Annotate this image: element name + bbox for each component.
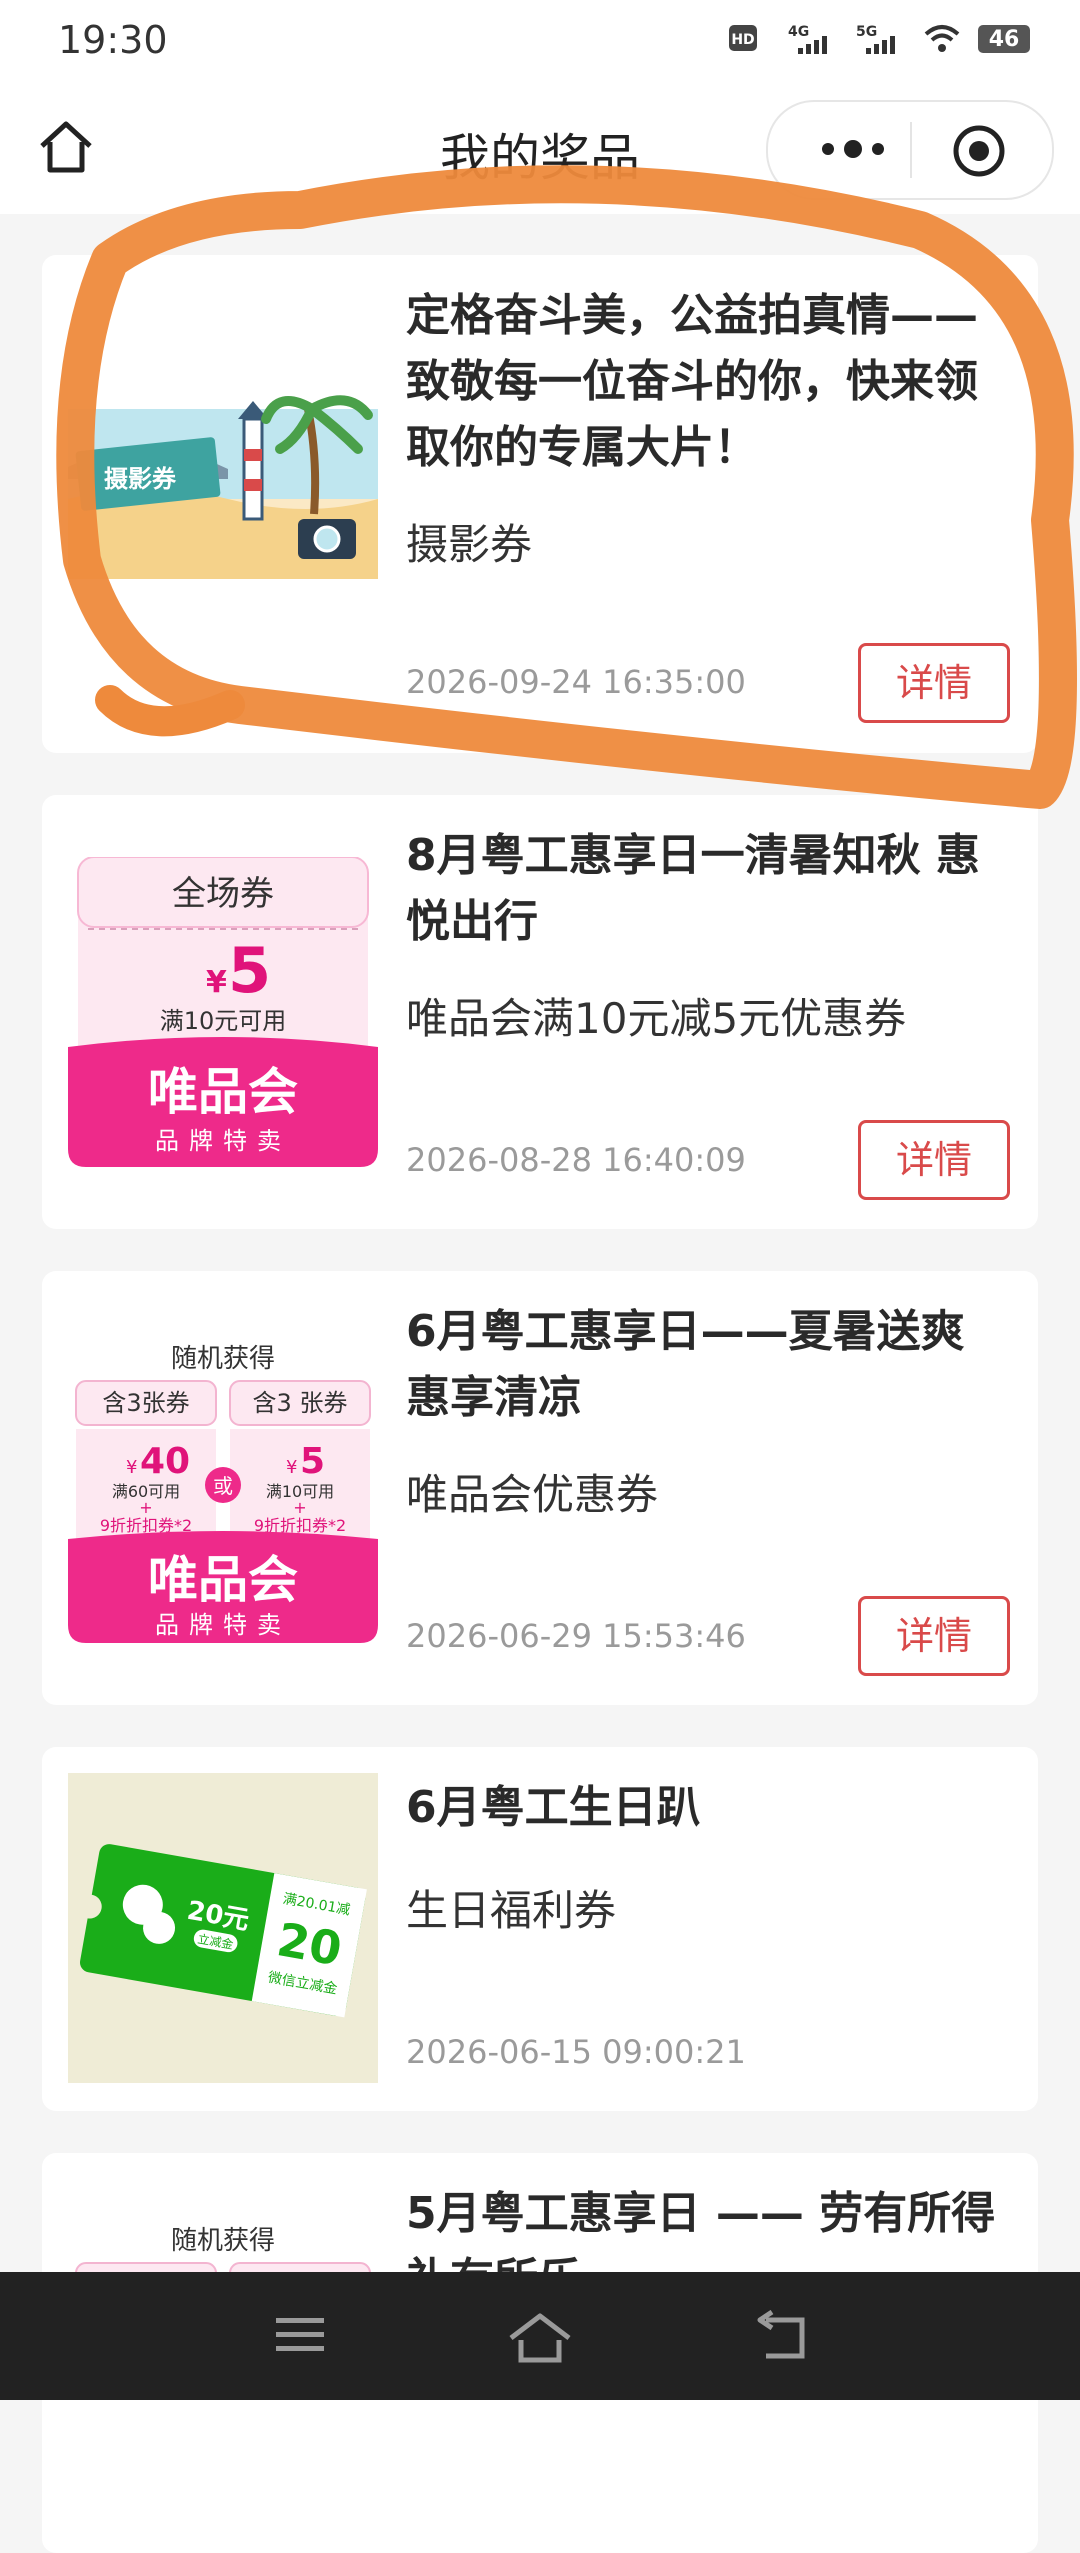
prize-time: 2026-06-29 15:53:46: [406, 1617, 746, 1655]
photo-voucher-label: 摄影券: [104, 465, 177, 493]
svg-text:5G: 5G: [856, 24, 877, 40]
svg-text:5: 5: [228, 934, 271, 1007]
miniprogram-capsule: [766, 100, 1054, 200]
prize-title: 定格奋斗美，公益拍真情——致敬每一位奋斗的你，快来领取你的专属大片！: [406, 290, 978, 473]
svg-text:40: 40: [140, 1441, 190, 1482]
svg-text:4G: 4G: [788, 24, 809, 40]
status-time: 19:30: [58, 18, 168, 62]
wechat-coupon-image: 20元 立减金 满20.01减 20 微信立减金: [68, 1773, 378, 2083]
svg-text:满10元可用: 满10元可用: [160, 1007, 287, 1035]
back-icon[interactable]: [752, 2310, 812, 2364]
svg-text:¥: ¥: [206, 965, 227, 1000]
vip-coupon-illustration: 全场券 ¥ 5 满10元可用 唯品会 品牌特卖: [68, 857, 378, 1167]
prize-title: 6月粤工生日趴: [406, 1782, 701, 1833]
prize-card[interactable]: 摄影券 定格奋斗美，公益拍真情——致敬每一位奋斗的你，快来领取你的专属大片！ 摄…: [42, 255, 1038, 753]
prize-time: 2026-08-28 16:40:09: [406, 1141, 746, 1179]
svg-text:品牌特卖: 品牌特卖: [155, 1127, 291, 1155]
wechat-coupon-illustration: 20元 立减金 满20.01减 20 微信立减金: [68, 1773, 378, 2083]
prize-subtitle: 唯品会满10元减5元优惠券: [406, 994, 907, 1043]
svg-text:5: 5: [300, 1441, 325, 1482]
hd-icon: HD: [729, 25, 757, 51]
prize-card[interactable]: 随机获得 含3张券 含3 张券 ¥ 40 满60可用 + 9折折扣券*2 ¥ 5…: [42, 1271, 1038, 1705]
close-miniprogram-icon[interactable]: [952, 124, 1006, 178]
battery-indicator: 46: [978, 25, 1030, 53]
signal-4g-icon: 4G: [788, 24, 827, 54]
home-nav-icon[interactable]: [505, 2310, 575, 2364]
prize-title: 8月粤工惠享日一清暑知秋 惠悦出行: [406, 830, 980, 947]
prize-card[interactable]: 20元 立减金 满20.01减 20 微信立减金 6月粤工生日趴 生日福利券 2…: [42, 1747, 1038, 2111]
prize-time: 2026-06-15 09:00:21: [406, 2033, 746, 2071]
svg-text:¥: ¥: [286, 1457, 297, 1478]
svg-text:唯品会: 唯品会: [148, 1551, 298, 1609]
svg-text:随机获得: 随机获得: [171, 2226, 275, 2256]
svg-text:+: +: [293, 1498, 306, 1517]
nav-bar: 我的奖品: [0, 84, 1080, 214]
system-nav-bar: [0, 2272, 1080, 2400]
menu-icon[interactable]: [270, 2310, 330, 2360]
vip-random-coupon-image: 随机获得 含3张券 含3 张券 ¥ 40 满60可用 + 9折折扣券*2 ¥ 5…: [68, 1333, 378, 1643]
vip-random-coupon-illustration: 随机获得 含3张券 含3 张券 ¥ 40 满60可用 + 9折折扣券*2 ¥ 5…: [68, 1333, 378, 1643]
svg-text:20: 20: [273, 1912, 345, 1976]
svg-text:含3张券: 含3张券: [102, 1389, 189, 1417]
photo-voucher-image: 摄影券: [68, 349, 378, 659]
svg-text:或: 或: [213, 1474, 233, 1498]
svg-text:唯品会: 唯品会: [148, 1063, 298, 1121]
prize-card[interactable]: 全场券 ¥ 5 满10元可用 唯品会 品牌特卖 8月粤工惠享日一清暑知秋 惠悦出…: [42, 795, 1038, 1229]
wifi-icon: [924, 25, 960, 52]
svg-text:全场券: 全场券: [172, 874, 274, 914]
beach-lighthouse-illustration: 摄影券: [68, 349, 378, 659]
prize-time: 2026-09-24 16:35:00: [406, 663, 746, 701]
vip-coupon-image: 全场券 ¥ 5 满10元可用 唯品会 品牌特卖: [68, 857, 378, 1167]
svg-text:含3 张券: 含3 张券: [253, 1389, 348, 1417]
svg-text:¥: ¥: [126, 1457, 137, 1478]
signal-5g-icon: 5G: [856, 24, 895, 54]
prize-title: 6月粤工惠享日——夏暑送爽惠享清凉: [406, 1306, 965, 1423]
more-icon[interactable]: [808, 124, 898, 174]
prize-subtitle: 摄影券: [406, 520, 533, 569]
prize-subtitle: 生日福利券: [406, 1886, 617, 1935]
svg-text:HD: HD: [731, 32, 754, 48]
detail-button[interactable]: 详情: [858, 1120, 1010, 1200]
svg-text:品牌特卖: 品牌特卖: [155, 1611, 291, 1639]
svg-text:随机获得: 随机获得: [171, 1344, 275, 1374]
svg-text:+: +: [139, 1498, 152, 1517]
detail-button[interactable]: 详情: [858, 643, 1010, 723]
status-icons: HD 4G 5G 46: [728, 22, 1030, 56]
detail-button[interactable]: 详情: [858, 1596, 1010, 1676]
capsule-divider: [910, 122, 912, 178]
prize-subtitle: 唯品会优惠券: [406, 1470, 659, 1519]
status-bar: 19:30 HD 4G 5G 46: [0, 0, 1080, 84]
